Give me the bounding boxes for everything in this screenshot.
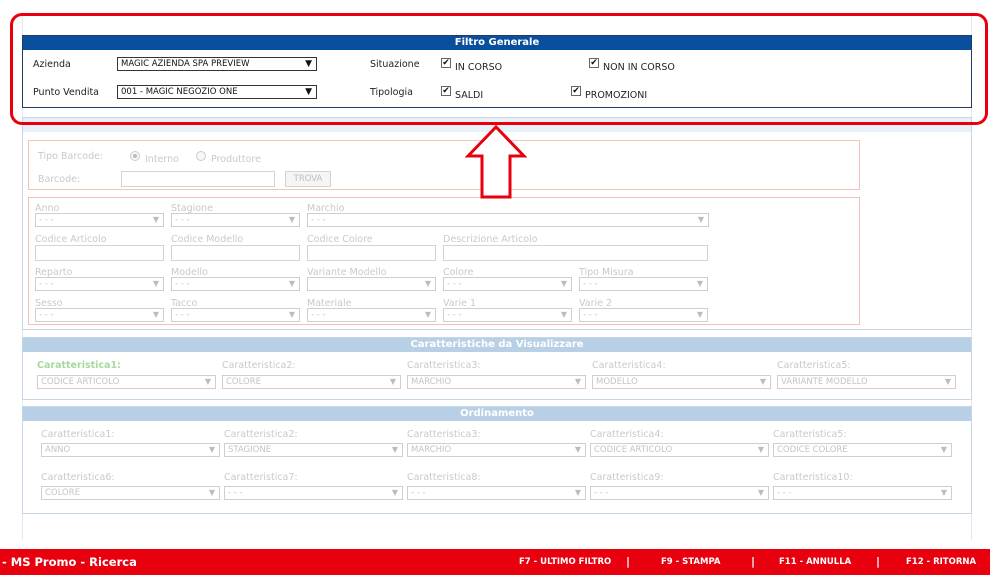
barcode-input[interactable] [121,171,275,187]
app-title: - MS Promo - Ricerca [2,555,137,569]
separator: | [626,555,631,568]
varie1-select[interactable]: - - - ▼ [443,308,572,322]
ord2-select[interactable]: STAGIONE ▼ [224,443,403,457]
trova-button[interactable]: TROVA [285,171,331,187]
ord6-label: Caratteristica6: [41,472,115,483]
interno-radio[interactable] [130,151,140,161]
codice-modello-label: Codice Modello [171,234,244,245]
ord1-select[interactable]: ANNO ▼ [41,443,220,457]
marchio-select[interactable]: - - - ▼ [307,213,709,227]
car2-select[interactable]: COLORE ▼ [222,375,401,389]
interno-label: Interno [145,154,179,165]
codice-colore-label: Codice Colore [307,234,373,245]
ord8-select[interactable]: - - - ▼ [407,486,586,500]
ord2-label: Caratteristica2: [224,429,298,440]
codice-modello-input[interactable] [171,245,300,261]
ord10-select[interactable]: - - - ▼ [773,486,952,500]
codice-articolo-input[interactable] [35,245,164,261]
ordinamento-title: Ordinamento [23,407,971,421]
tipo-barcode-label: Tipo Barcode: [38,151,104,162]
caratteristiche-panel: Caratteristiche da Visualizzare Caratter… [22,337,972,400]
codice-colore-input[interactable] [307,245,436,261]
ord7-select[interactable]: - - - ▼ [224,486,403,500]
ord4-label: Caratteristica4: [590,429,664,440]
car1-select[interactable]: CODICE ARTICOLO ▼ [37,375,216,389]
ord5-select[interactable]: CODICE COLORE ▼ [773,443,952,457]
descrizione-articolo-label: Descrizione Articolo [443,234,538,245]
car4-select[interactable]: MODELLO ▼ [592,375,771,389]
car5-label: Caratteristica5: [777,360,851,371]
ord8-label: Caratteristica8: [407,472,481,483]
ord3-select[interactable]: MARCHIO ▼ [407,443,586,457]
codice-articolo-label: Codice Articolo [35,234,107,245]
tacco-select[interactable]: - - - ▼ [171,308,300,322]
f11-annulla-button[interactable]: F11 - ANNULLA [779,557,851,567]
ord3-label: Caratteristica3: [407,429,481,440]
ord9-label: Caratteristica9: [590,472,664,483]
ord10-label: Caratteristica10: [773,472,853,483]
varie2-select[interactable]: - - - ▼ [579,308,708,322]
descrizione-articolo-input[interactable] [443,245,708,261]
modello-select[interactable]: - - - ▼ [171,277,300,291]
separator: | [751,555,756,568]
f7-ultimo-filtro-button[interactable]: F7 - ULTIMO FILTRO [519,557,611,567]
barcode-label: Barcode: [38,174,81,185]
f9-stampa-button[interactable]: F9 - STAMPA [661,557,721,567]
highlight-frame [10,13,988,125]
anno-select[interactable]: - - - ▼ [35,213,164,227]
variante-modello-select[interactable]: ▼ [307,277,436,291]
tipo-misura-select[interactable]: - - - ▼ [579,277,708,291]
status-bar: - MS Promo - Ricerca F7 - ULTIMO FILTRO … [0,549,990,575]
stagione-select[interactable]: - - - ▼ [171,213,300,227]
car3-label: Caratteristica3: [407,360,481,371]
ord7-label: Caratteristica7: [224,472,298,483]
produttore-radio[interactable] [196,151,206,161]
up-arrow-icon [465,124,527,199]
car5-select[interactable]: VARIANTE MODELLO ▼ [777,375,956,389]
car3-select[interactable]: MARCHIO ▼ [407,375,586,389]
ord4-select[interactable]: CODICE ARTICOLO ▼ [590,443,769,457]
ord9-select[interactable]: - - - ▼ [590,486,769,500]
reparto-select[interactable]: - - - ▼ [35,277,164,291]
colore-select[interactable]: - - - ▼ [443,277,572,291]
separator: | [876,555,881,568]
caratteristiche-title: Caratteristiche da Visualizzare [23,338,971,352]
car4-label: Caratteristica4: [592,360,666,371]
ord5-label: Caratteristica5: [773,429,847,440]
ordinamento-panel: Ordinamento Caratteristica1: ANNO ▼ Carat… [22,406,972,514]
produttore-label: Produttore [211,154,261,165]
ord1-label: Caratteristica1: [41,429,115,440]
ord6-select[interactable]: COLORE ▼ [41,486,220,500]
materiale-select[interactable]: - - - ▼ [307,308,436,322]
car1-label: Caratteristica1: [37,360,121,371]
f12-ritorna-button[interactable]: F12 - RITORNA [906,557,976,567]
sesso-select[interactable]: - - - ▼ [35,308,164,322]
car2-label: Caratteristica2: [222,360,296,371]
